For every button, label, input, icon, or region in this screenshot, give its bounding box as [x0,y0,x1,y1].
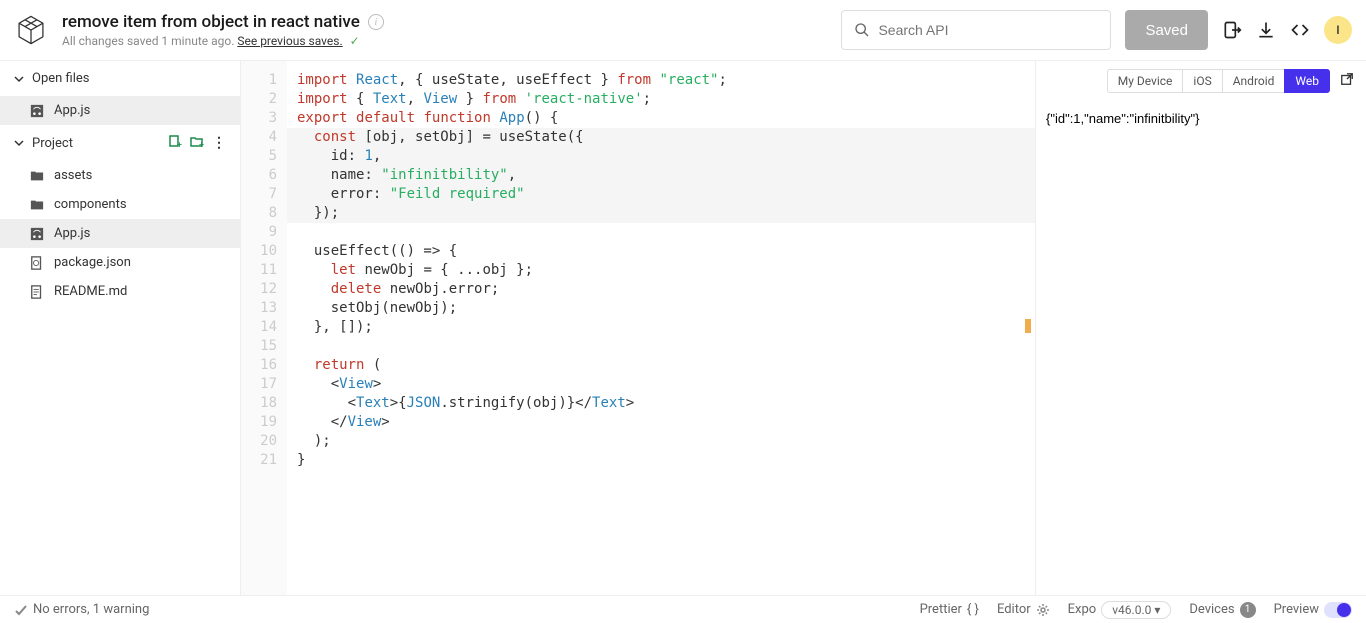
footer: No errors, 1 warning Prettier { } Editor… [0,595,1366,623]
project-item[interactable]: README.md [0,277,240,306]
project-item[interactable]: package.json [0,248,240,277]
search-icon [854,22,870,38]
open-file-item[interactable]: App.js [0,96,240,125]
project-item[interactable]: components [0,190,240,219]
save-button[interactable]: Saved [1125,10,1208,50]
search-box[interactable] [841,10,1111,50]
expo-version[interactable]: Expo v46.0.0 ▾ [1068,601,1172,619]
sidebar: Open files App.js Project + + ⋮ assetsco… [0,61,240,595]
device-tab-my-device[interactable]: My Device [1107,69,1184,93]
more-icon[interactable]: ⋮ [212,135,226,151]
new-file-icon[interactable]: + [168,135,182,149]
svg-text:+: + [177,141,182,149]
error-status[interactable]: No errors, 1 warning [14,602,149,617]
download-icon[interactable] [1256,20,1276,40]
device-tab-android[interactable]: Android [1222,69,1286,93]
project-header[interactable]: Project + + ⋮ [0,125,240,161]
line-gutter: 123456789101112131415161718192021 [241,61,287,595]
device-tab-web[interactable]: Web [1284,69,1330,93]
prettier-button[interactable]: Prettier { } [920,602,979,617]
check-icon [14,603,28,617]
title-text: remove item from object in react native [62,12,360,32]
warning-marker[interactable] [1025,319,1031,333]
avatar[interactable]: I [1324,16,1352,44]
gear-icon [1036,603,1050,617]
chevron-down-icon [14,74,24,84]
preview-panel: My DeviceiOSAndroidWeb {"id":1,"name":"i… [1036,61,1366,595]
svg-text:+: + [199,141,204,149]
main: Open files App.js Project + + ⋮ assetsco… [0,60,1366,595]
device-tabs: My DeviceiOSAndroidWeb [1036,61,1366,101]
project-item[interactable]: App.js [0,219,240,248]
new-folder-icon[interactable]: + [190,135,204,149]
preview-output: {"id":1,"name":"infinitbility"} [1036,101,1366,595]
open-files-header[interactable]: Open files [0,61,240,96]
device-tab-ios[interactable]: iOS [1182,69,1222,93]
info-icon[interactable]: i [368,14,384,30]
export-icon[interactable] [1222,20,1242,40]
code-editor[interactable]: 123456789101112131415161718192021 import… [240,61,1036,595]
devices-button[interactable]: Devices 1 [1189,602,1255,618]
project-item[interactable]: assets [0,161,240,190]
snack-title[interactable]: remove item from object in react native … [62,12,384,32]
braces-icon: { } [967,602,979,617]
embed-icon[interactable] [1290,20,1310,40]
logo [14,13,48,47]
preview-toggle[interactable]: Preview [1274,602,1352,618]
toggle-switch[interactable] [1324,602,1352,618]
popout-icon[interactable] [1340,72,1354,90]
previous-saves-link[interactable]: See previous saves. [237,34,342,48]
save-status: All changes saved 1 minute ago. See prev… [62,34,384,48]
header: remove item from object in react native … [0,0,1366,60]
check-icon: ✓ [350,34,360,48]
code-area[interactable]: import React, { useState, useEffect } fr… [287,61,1035,595]
chevron-down-icon [14,138,24,148]
search-input[interactable] [878,22,1098,38]
editor-settings[interactable]: Editor [997,602,1050,617]
